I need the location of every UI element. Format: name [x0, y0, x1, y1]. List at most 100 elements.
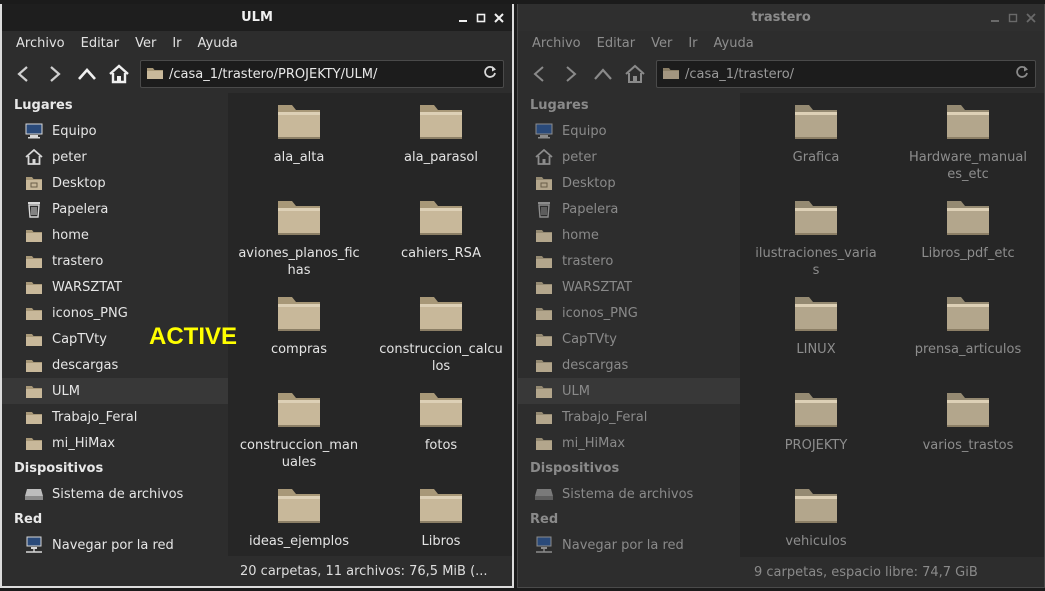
- folder-icon: [793, 293, 839, 337]
- sidebar-item-descargas[interactable]: descargas: [2, 352, 228, 378]
- folder-name: construccion_calculos: [379, 342, 503, 374]
- location-path[interactable]: /casa_1/trastero/PROJEKTY/ULM/: [169, 67, 483, 82]
- maximize-icon[interactable]: [473, 10, 488, 25]
- sidebar-item-label: Navegar por la red: [562, 537, 684, 553]
- folder-icon: [534, 277, 554, 297]
- active-overlay-label: ACTIVE: [149, 323, 238, 350]
- sidebar-item-warsztat[interactable]: WARSZTAT: [518, 274, 740, 300]
- sidebar-item-trabajo-feral[interactable]: Trabajo_Feral: [2, 404, 228, 430]
- sidebar-item-sistema-de-archivos[interactable]: Sistema de archivos: [2, 481, 228, 507]
- home-icon[interactable]: [106, 61, 132, 87]
- sidebar-item-home[interactable]: home: [518, 222, 740, 248]
- sidebar-item-equipo[interactable]: Equipo: [518, 118, 740, 144]
- folder-icon: [534, 303, 554, 323]
- places-header: Lugares: [14, 98, 73, 113]
- folder-item[interactable]: aviones_planos_fichas: [228, 197, 370, 293]
- sidebar-item-mi-himax[interactable]: mi_HiMax: [518, 430, 740, 456]
- maximize-icon[interactable]: [1005, 10, 1020, 25]
- sidebar-item-label: iconos_PNG: [52, 305, 128, 321]
- sidebar-item-label: Desktop: [562, 175, 616, 191]
- sidebar-item-papelera[interactable]: Papelera: [2, 196, 228, 222]
- sidebar-item-sistema-de-archivos[interactable]: Sistema de archivos: [518, 481, 740, 507]
- sidebar-item-trastero[interactable]: trastero: [518, 248, 740, 274]
- menu-ir[interactable]: Ir: [164, 36, 189, 51]
- menu-ver[interactable]: Ver: [643, 36, 680, 51]
- folder-icon: [793, 197, 839, 241]
- folder-item[interactable]: compras: [228, 293, 370, 389]
- menu-archivo[interactable]: Archivo: [524, 36, 589, 51]
- back-icon[interactable]: [10, 61, 36, 87]
- sidebar-item-warsztat[interactable]: WARSZTAT: [2, 274, 228, 300]
- folder-item[interactable]: varios_trastos: [892, 389, 1044, 485]
- window-titlebar[interactable]: trastero: [518, 4, 1044, 31]
- sidebar-item-papelera[interactable]: Papelera: [518, 196, 740, 222]
- close-icon[interactable]: [1023, 10, 1038, 25]
- window-titlebar[interactable]: ULM: [2, 4, 512, 31]
- folder-item[interactable]: ala_alta: [228, 101, 370, 197]
- folder-view[interactable]: ala_alta ala_parasol aviones_planos_fichas…: [228, 93, 512, 586]
- folder-item[interactable]: Libros_pdf_etc: [892, 197, 1044, 293]
- sidebar-item-ulm[interactable]: ULM: [518, 378, 740, 404]
- folder-item[interactable]: construccion_calculos: [370, 293, 512, 389]
- folder-item[interactable]: ala_parasol: [370, 101, 512, 197]
- network-icon: [24, 535, 44, 555]
- refresh-icon[interactable]: [483, 65, 497, 83]
- menu-ayuda[interactable]: Ayuda: [706, 36, 762, 51]
- menu-archivo[interactable]: Archivo: [8, 36, 73, 51]
- folder-view[interactable]: Grafica Hardware_manuales_etc ilustracione…: [740, 93, 1044, 587]
- back-icon[interactable]: [526, 61, 552, 87]
- desktop-folder-icon: [534, 173, 554, 193]
- location-path[interactable]: /casa_1/trastero/: [685, 67, 1015, 82]
- folder-item[interactable]: Grafica: [740, 101, 892, 197]
- sidebar-item-navegar-por-la-red[interactable]: Navegar por la red: [2, 532, 228, 558]
- sidebar-item-desktop[interactable]: Desktop: [2, 170, 228, 196]
- menu-ir[interactable]: Ir: [680, 36, 705, 51]
- folder-item[interactable]: Hardware_manuales_etc: [892, 101, 1044, 197]
- sidebar-item-label: WARSZTAT: [52, 279, 122, 295]
- sidebar-item-descargas[interactable]: descargas: [518, 352, 740, 378]
- sidebar-item-navegar-por-la-red[interactable]: Navegar por la red: [518, 532, 740, 558]
- folder-name: vehiculos: [785, 534, 847, 549]
- minimize-icon[interactable]: [455, 10, 470, 25]
- forward-icon[interactable]: [558, 61, 584, 87]
- folder-name: ideas_ejemplos: [249, 534, 349, 549]
- status-bar: 9 carpetas, espacio libre: 74,7 GiB: [740, 557, 1044, 587]
- sidebar-item-equipo[interactable]: Equipo: [2, 118, 228, 144]
- sidebar-item-captvty[interactable]: CapTVty: [518, 326, 740, 352]
- up-icon[interactable]: [74, 61, 100, 87]
- home-icon[interactable]: [622, 61, 648, 87]
- minimize-icon[interactable]: [987, 10, 1002, 25]
- menu-editar[interactable]: Editar: [73, 36, 128, 51]
- up-icon[interactable]: [590, 61, 616, 87]
- folder-item[interactable]: prensa_articulos: [892, 293, 1044, 389]
- menu-ver[interactable]: Ver: [127, 36, 164, 51]
- sidebar-item-peter[interactable]: peter: [2, 144, 228, 170]
- folder-item[interactable]: ilustraciones_varias: [740, 197, 892, 293]
- sidebar-item-peter[interactable]: peter: [518, 144, 740, 170]
- sidebar-item-trabajo-feral[interactable]: Trabajo_Feral: [518, 404, 740, 430]
- menu-editar[interactable]: Editar: [589, 36, 644, 51]
- sidebar-item-home[interactable]: home: [2, 222, 228, 248]
- folder-name: varios_trastos: [922, 438, 1014, 453]
- trash-icon: [24, 199, 44, 219]
- sidebar-item-trastero[interactable]: trastero: [2, 248, 228, 274]
- sidebar-item-ulm[interactable]: ULM: [2, 378, 228, 404]
- forward-icon[interactable]: [42, 61, 68, 87]
- folder-item[interactable]: fotos: [370, 389, 512, 485]
- sidebar-item-desktop[interactable]: Desktop: [518, 170, 740, 196]
- desktop-folder-icon: [24, 173, 44, 193]
- location-bar[interactable]: /casa_1/trastero/PROJEKTY/ULM/: [140, 60, 504, 88]
- location-bar[interactable]: /casa_1/trastero/: [656, 60, 1036, 88]
- menu-ayuda[interactable]: Ayuda: [190, 36, 246, 51]
- folder-item[interactable]: LINUX: [740, 293, 892, 389]
- network-header: Red: [530, 512, 559, 527]
- folder-name: Hardware_manuales_etc: [909, 150, 1027, 182]
- sidebar-item-iconos-png[interactable]: iconos_PNG: [518, 300, 740, 326]
- refresh-icon[interactable]: [1015, 65, 1029, 83]
- folder-item[interactable]: PROJEKTY: [740, 389, 892, 485]
- sidebar-item-mi-himax[interactable]: mi_HiMax: [2, 430, 228, 456]
- folder-item[interactable]: cahiers_RSA: [370, 197, 512, 293]
- close-icon[interactable]: [491, 10, 506, 25]
- folder-item[interactable]: construccion_manuales: [228, 389, 370, 485]
- sidebar-item-label: Navegar por la red: [52, 537, 174, 553]
